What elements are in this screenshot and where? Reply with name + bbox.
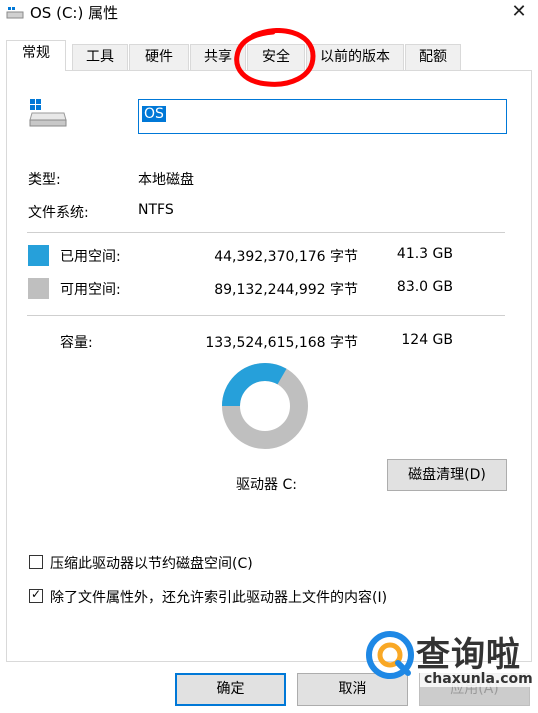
tab-bar: 常规 工具 硬件 共享 安全 以前的版本 配额 (6, 40, 532, 71)
free-space-bytes: 89,132,244,992 字节 (214, 282, 358, 298)
checkmark-icon: ✓ (31, 587, 42, 601)
tab-hardware[interactable]: 硬件 (129, 44, 189, 70)
free-space-size: 83.0 GB (396, 279, 453, 295)
tab-quota[interactable]: 配额 (405, 44, 461, 70)
drive-label: 驱动器 C: (236, 477, 297, 493)
filesystem-label: 文件系统: (28, 205, 89, 221)
volume-name-input[interactable]: OS (138, 99, 507, 134)
index-checkbox[interactable]: ✓ (29, 587, 43, 603)
separator (27, 315, 505, 316)
drive-icon (29, 99, 67, 127)
window-title: OS (C:) 属性 (30, 4, 119, 22)
disk-cleanup-button[interactable]: 磁盘清理(D) (387, 459, 507, 491)
volume-name-value: OS (142, 106, 166, 122)
close-button[interactable]: ✕ (500, 0, 538, 26)
index-label: 除了文件属性外，还允许索引此驱动器上文件的内容(I) (50, 590, 388, 606)
used-space-bytes: 44,392,370,176 字节 (214, 249, 358, 265)
compress-checkbox[interactable] (29, 555, 43, 569)
used-space-size: 41.3 GB (396, 246, 453, 262)
type-value: 本地磁盘 (138, 172, 194, 188)
separator (27, 232, 505, 233)
usage-donut-chart (222, 363, 308, 449)
ok-button[interactable]: 确定 (175, 673, 286, 706)
apply-button[interactable]: 应用(A) (419, 673, 530, 706)
title-bar: OS (C:) 属性 ✕ (0, 0, 538, 26)
compress-label: 压缩此驱动器以节约磁盘空间(C) (50, 556, 253, 572)
capacity-bytes: 133,524,615,168 字节 (205, 335, 358, 351)
tab-security[interactable]: 安全 (247, 44, 305, 70)
cancel-button[interactable]: 取消 (297, 673, 408, 706)
capacity-label: 容量: (60, 335, 93, 351)
used-space-swatch (28, 245, 49, 266)
tab-previous-versions[interactable]: 以前的版本 (306, 44, 404, 70)
tab-sharing[interactable]: 共享 (190, 44, 246, 70)
filesystem-value: NTFS (138, 202, 174, 218)
tab-general[interactable]: 常规 (6, 40, 66, 71)
used-space-label: 已用空间: (60, 249, 121, 265)
free-space-label: 可用空间: (60, 282, 121, 298)
type-label: 类型: (28, 172, 61, 188)
drive-icon-small (6, 7, 24, 19)
free-space-swatch (28, 278, 49, 299)
capacity-size: 124 GB (401, 332, 453, 348)
tab-tools[interactable]: 工具 (72, 44, 128, 70)
